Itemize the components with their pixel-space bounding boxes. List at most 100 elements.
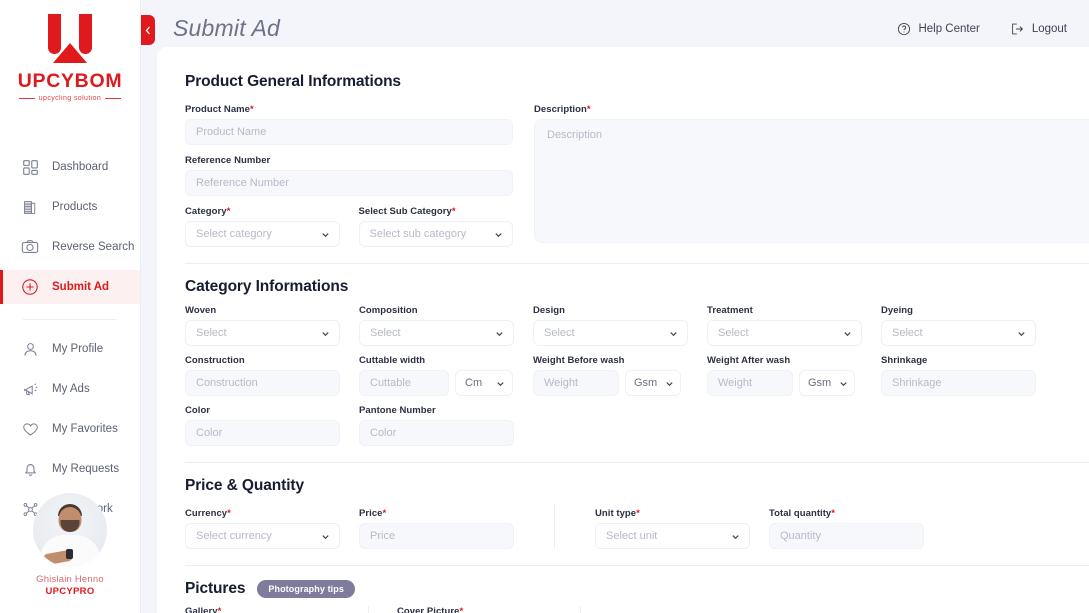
chevron-down-icon (495, 232, 502, 237)
weight-before-wash-input[interactable]: Weight (533, 370, 619, 396)
label-weight-after-wash: Weight After wash (707, 355, 791, 366)
dyeing-select[interactable]: Select (881, 320, 1036, 346)
heart-icon (19, 418, 41, 440)
composition-select[interactable]: Select (359, 320, 514, 346)
sidebar-item-reverse-search[interactable]: Reverse Search (0, 230, 140, 264)
weight-before-wash-unit-select[interactable]: Gsm (625, 370, 681, 396)
woven-select[interactable]: Select (185, 320, 340, 346)
label-description: Description* (534, 104, 591, 115)
logout-label: Logout (1031, 22, 1067, 35)
sidebar-item-my-profile[interactable]: My Profile (0, 332, 140, 366)
logout-button[interactable]: Logout (1010, 22, 1067, 36)
sidebar-item-label: My Profile (52, 343, 104, 355)
price-input[interactable]: Price (359, 523, 514, 549)
sidebar-item-my-ads[interactable]: My Ads (0, 372, 140, 406)
chevron-down-icon (496, 331, 503, 336)
field-group-price: Price* Price (359, 508, 514, 549)
divider-price (185, 565, 1089, 566)
unit-type-select[interactable]: Select unit (595, 523, 750, 549)
field-group-pantone-number: Pantone Number Color (359, 405, 514, 446)
sidebar-item-products[interactable]: Products (0, 190, 140, 224)
logout-icon (1011, 23, 1023, 34)
camera-icon (19, 236, 41, 258)
total-quantity-input[interactable]: Quantity (769, 523, 924, 549)
label-product-name: Product Name* (185, 104, 254, 115)
treatment-select[interactable]: Select (707, 320, 862, 346)
chevron-down-icon (322, 331, 329, 336)
chevron-down-icon (670, 331, 677, 336)
dashboard-icon (19, 156, 41, 178)
price-quantity-grid: Currency* Select currency Price* Price U… (185, 505, 1089, 549)
divider-category (185, 462, 1089, 463)
chevron-down-icon (497, 381, 504, 386)
field-group-cuttable-width: Cuttable width Cuttable Cm (359, 355, 514, 396)
chevron-down-icon (1018, 331, 1025, 336)
chevron-down-icon (321, 232, 329, 237)
weight-after-wash-input[interactable]: Weight (707, 370, 793, 396)
chevron-down-icon (840, 381, 847, 386)
main-area: Submit Ad Help Center Logout Product Gen… (141, 0, 1089, 613)
avatar (33, 493, 107, 567)
field-group-shrinkage: Shrinkage Shrinkage (881, 355, 1036, 396)
general-left-column: Product Name* Product Name Reference Num… (185, 104, 513, 247)
label-composition: Composition (359, 305, 418, 316)
field-group-composition: Composition Select (359, 305, 514, 346)
label-unit-type: Unit type* (595, 508, 640, 519)
field-group-currency: Currency* Select currency (185, 508, 340, 549)
product-name-input[interactable]: Product Name (185, 119, 513, 145)
brand-tagline: upcycling solution (19, 95, 121, 102)
cuttable-width-input[interactable]: Cuttable (359, 370, 449, 396)
field-group-design: Design Select (533, 305, 688, 346)
pictures-grid: Gallery* Cover Picture* Tick if you can … (185, 606, 1089, 613)
user-icon (19, 338, 41, 360)
field-group-weight-before-wash: Weight Before wash Weight Gsm (533, 355, 688, 396)
field-group-treatment: Treatment Select (707, 305, 862, 346)
label-currency: Currency* (185, 508, 231, 519)
app-root: UPCYBOM upcycling solution Dashboard Pro… (0, 0, 1089, 613)
photography-tips-badge[interactable]: Photography tips (257, 580, 355, 598)
sidebar-item-submit-ad[interactable]: Submit Ad (0, 270, 140, 304)
label-weight-before-wash: Weight Before wash (533, 355, 625, 366)
category-select[interactable]: Select category (185, 221, 340, 247)
reference-number-input[interactable]: Reference Number (185, 170, 513, 196)
sidebar-item-dashboard[interactable]: Dashboard (0, 150, 140, 184)
label-treatment: Treatment (707, 305, 753, 316)
field-group-gallery: Gallery* (185, 606, 340, 613)
label-construction: Construction (185, 355, 245, 366)
color-input[interactable]: Color (185, 420, 340, 446)
brand-logo[interactable]: UPCYBOM upcycling solution (0, 14, 140, 102)
currency-select[interactable]: Select currency (185, 523, 340, 549)
products-icon (19, 196, 41, 218)
chevron-down-icon (666, 381, 673, 386)
megaphone-icon (19, 378, 41, 400)
general-grid: Product Name* Product Name Reference Num… (185, 104, 1089, 247)
shrinkage-input[interactable]: Shrinkage (881, 370, 1036, 396)
general-right-column: Description* Description (534, 104, 1089, 247)
sidebar-nav-primary: Dashboard Products Reverse Search Submit… (0, 150, 140, 332)
sidebar-item-label: My Favorites (52, 423, 118, 435)
cuttable-width-unit-select[interactable]: Cm (455, 370, 513, 396)
section-title-pictures: Pictures (185, 580, 246, 597)
field-group-reference-number: Reference Number Reference Number (185, 155, 513, 196)
sidebar-profile[interactable]: Ghislain Henno UPCYPRO (0, 493, 140, 597)
label-woven: Woven (185, 305, 217, 316)
weight-after-wash-unit-select[interactable]: Gsm (799, 370, 855, 396)
label-total-quantity: Total quantity* (769, 508, 836, 519)
pictures-header: Pictures Photography tips (185, 580, 1089, 598)
chevron-down-icon (844, 331, 851, 336)
sub-category-select[interactable]: Select sub category (358, 221, 513, 247)
description-textarea[interactable]: Description (534, 119, 1089, 243)
sidebar-item-label: Reverse Search (52, 241, 135, 253)
sidebar-item-my-requests[interactable]: My Requests (0, 452, 140, 486)
design-select[interactable]: Select (533, 320, 688, 346)
construction-input[interactable]: Construction (185, 370, 340, 396)
pantone-number-input[interactable]: Color (359, 420, 514, 446)
help-center-button[interactable]: Help Center (897, 22, 980, 36)
category-grid: Woven Select Composition Select Design S… (185, 305, 1089, 446)
field-group-construction: Construction Construction (185, 355, 340, 396)
plus-circle-icon (19, 276, 41, 298)
sidebar-item-label: My Ads (52, 383, 90, 395)
sidebar-item-my-favorites[interactable]: My Favorites (0, 412, 140, 446)
sidebar-collapse-toggle[interactable] (141, 15, 155, 45)
field-group-total-quantity: Total quantity* Quantity (769, 508, 924, 549)
